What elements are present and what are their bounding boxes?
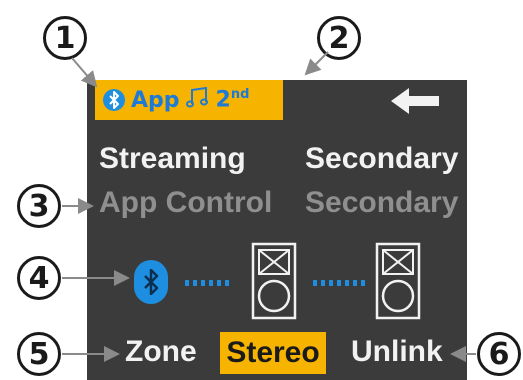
streaming-label: Streaming	[99, 142, 246, 175]
rank-suffix: nd	[230, 87, 250, 103]
unlink-button[interactable]: Unlink	[351, 335, 443, 369]
callout-6: 6	[477, 332, 521, 376]
callout-3: 3	[17, 184, 61, 228]
bluetooth-source-icon	[134, 260, 168, 304]
callout-5: 5	[17, 332, 61, 376]
callout-1: 1	[43, 16, 87, 60]
speaker-icon	[251, 242, 297, 320]
callout-4: 4	[17, 256, 61, 300]
back-button[interactable]	[377, 84, 457, 118]
link-dots-1	[185, 280, 229, 286]
bluetooth-icon	[103, 89, 125, 111]
music-note-icon	[185, 86, 210, 114]
secondary-bottom-label: Secondary	[305, 186, 459, 219]
back-arrow-icon	[391, 88, 439, 114]
secondary-top-label: Secondary	[305, 142, 459, 175]
rank-indicator: 2nd	[216, 87, 250, 112]
speaker-icon	[375, 242, 421, 320]
rank-number: 2	[215, 87, 231, 113]
zone-button[interactable]: Zone	[125, 335, 197, 369]
stereo-button[interactable]: Stereo	[220, 332, 326, 374]
device-chain	[87, 240, 467, 320]
source-status-chip: App 2nd	[95, 80, 283, 120]
callout-2: 2	[317, 16, 361, 60]
app-control-label: App Control	[99, 186, 273, 219]
link-dots-2	[313, 280, 367, 286]
device-screen: App 2nd Streaming Secondary App Control …	[87, 80, 467, 380]
source-label: App	[131, 87, 180, 113]
